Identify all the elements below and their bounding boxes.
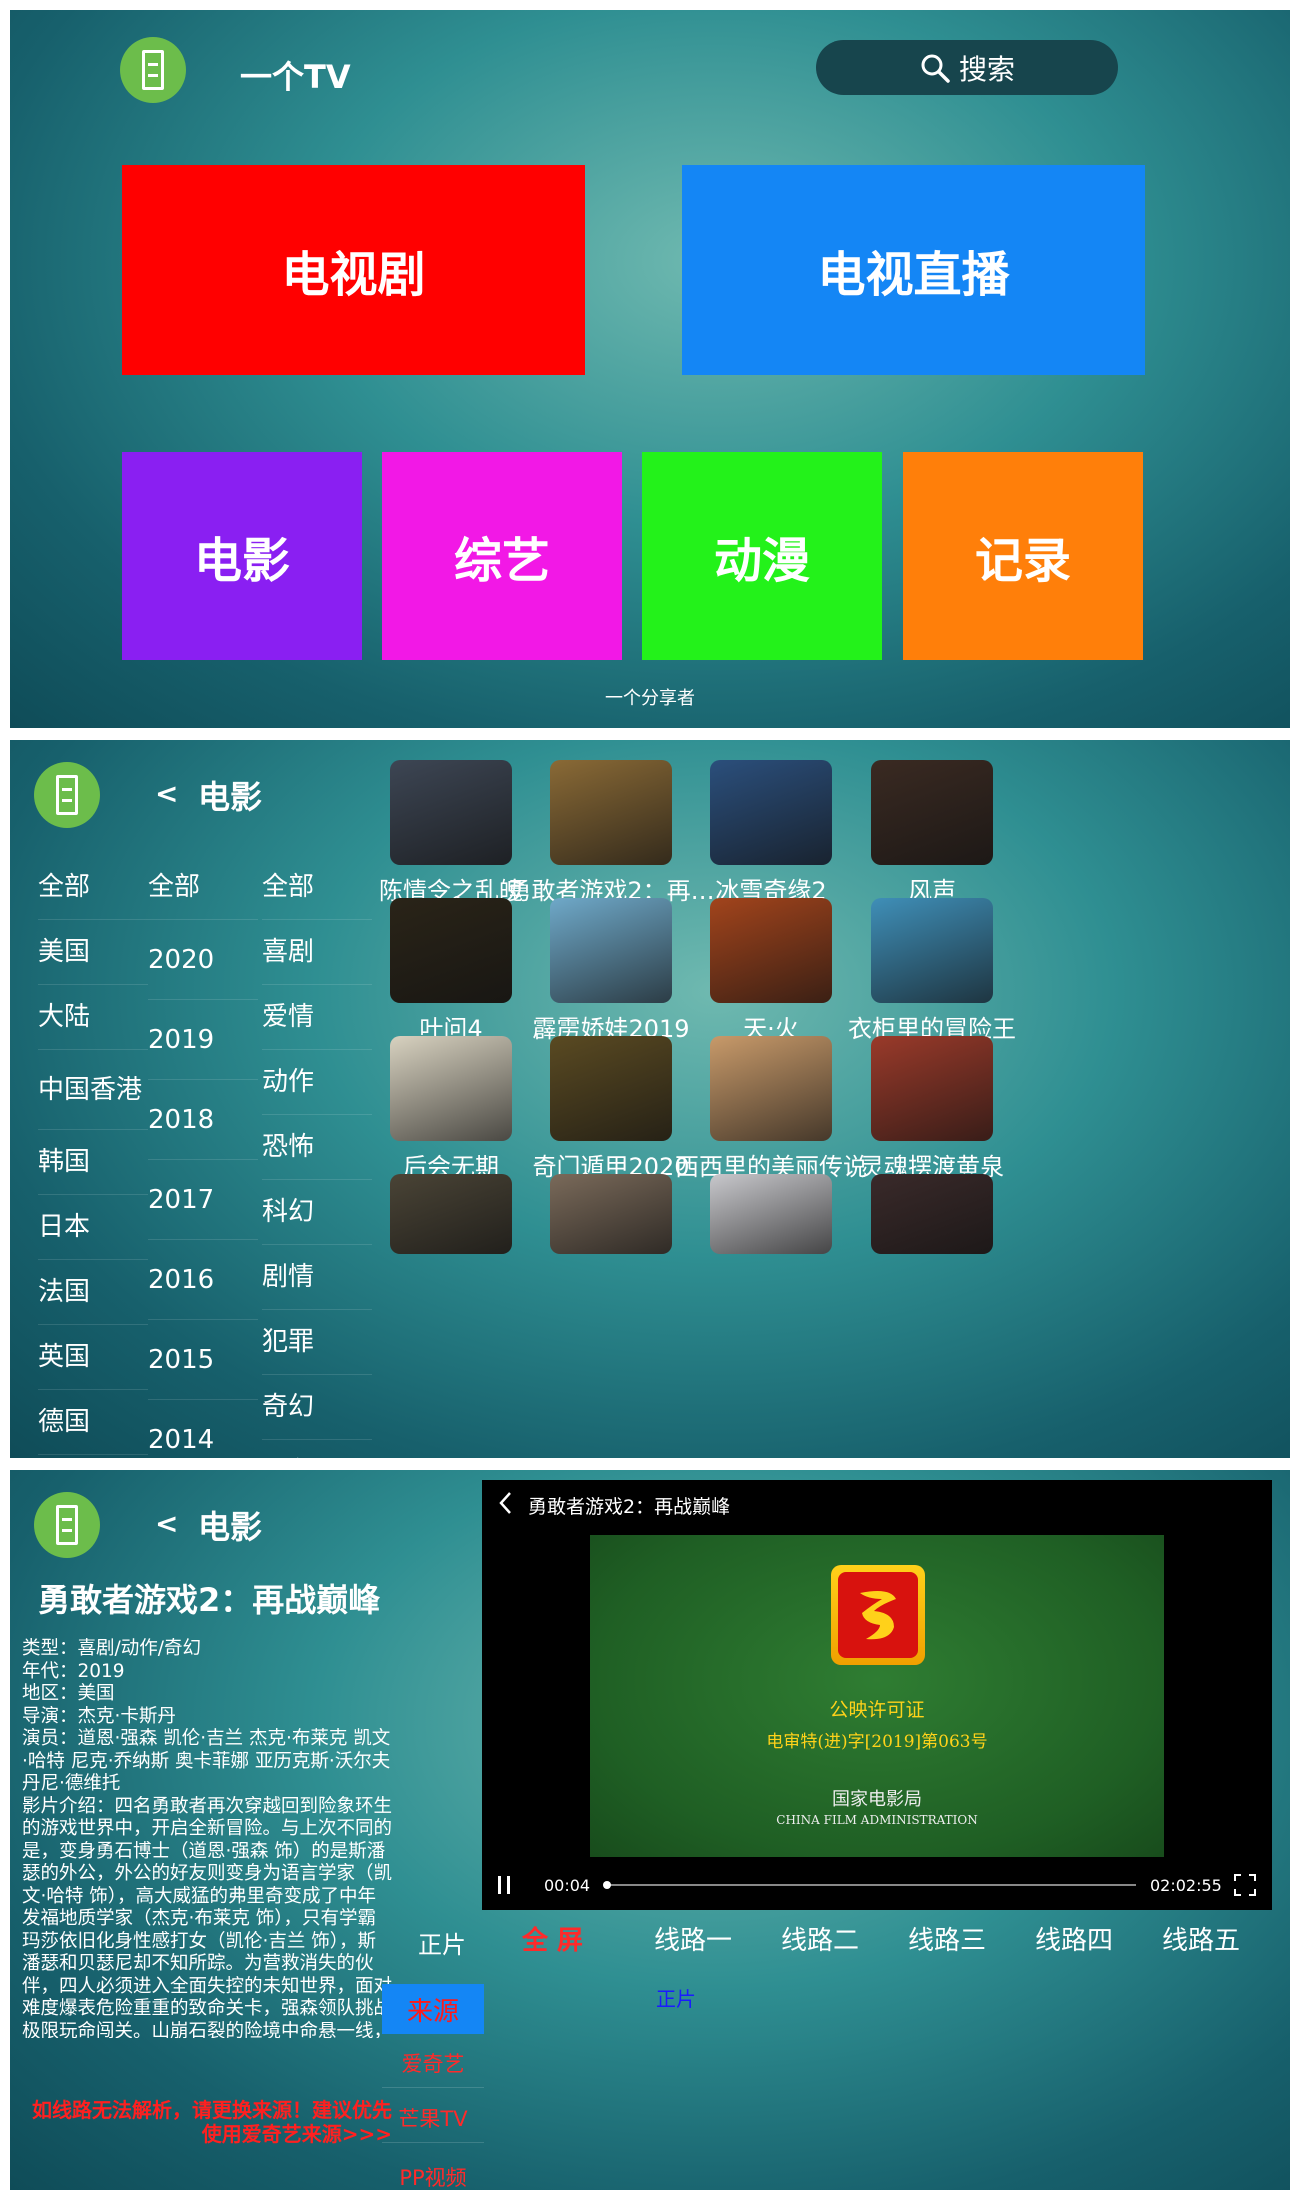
home-screen: 一个TV 搜索 电视剧 电视直播 电影 综艺 动漫 记录 一个分享者 (10, 10, 1290, 728)
region-filter-item[interactable]: 日本 (38, 1195, 148, 1260)
line-5-button[interactable]: 线路五 (1162, 1920, 1240, 1957)
dragon-logo-icon (831, 1565, 925, 1665)
episode-item[interactable]: 正片 (656, 1983, 696, 2012)
region-filter-item[interactable]: 美国 (38, 920, 148, 985)
genre-filter-item[interactable]: 战争 (262, 1440, 372, 1458)
license-number: 电审特(进)字[2019]第063号 (766, 1732, 988, 1752)
movie-card[interactable]: 灵魂摆渡黄泉 (827, 1036, 1037, 1182)
line-1-button[interactable]: 线路一 (654, 1920, 732, 1957)
app-logo-icon (34, 1492, 100, 1558)
year-filter-item[interactable]: 2015 (148, 1320, 258, 1400)
total-time: 02:02:55 (1150, 1876, 1222, 1895)
seek-bar[interactable] (603, 1881, 1136, 1889)
footer-text: 一个分享者 (605, 688, 695, 709)
year-filter-item[interactable]: 2014 (148, 1400, 258, 1458)
region-filter-item[interactable]: 中国香港 (38, 1050, 148, 1130)
movie-poster (550, 760, 672, 865)
app-logo-icon (34, 762, 100, 828)
year-filter-item[interactable]: 2016 (148, 1240, 258, 1320)
year-filter-list: 全部202020192018201720162015201420132012 (148, 855, 258, 1458)
movie-poster (390, 1036, 512, 1141)
app-logo-icon (120, 37, 186, 103)
movie-poster (710, 760, 832, 865)
movie-poster (390, 898, 512, 1003)
search-button[interactable]: 搜索 (816, 40, 1118, 95)
movie-poster (550, 898, 672, 1003)
region-filter-item[interactable]: 英国 (38, 1325, 148, 1390)
genre-filter-item[interactable]: 犯罪 (262, 1310, 372, 1375)
movie-poster (871, 1036, 993, 1141)
browse-screen: < 电影 全部 美国 大陆 中国香港 韩国 日本 法国 英国 德国 全部 2020 2019 2018… (10, 740, 1290, 1458)
line-4-button[interactable]: 线路四 (1035, 1920, 1113, 1957)
seek-handle[interactable] (603, 1881, 612, 1889)
movie-poster (710, 1174, 832, 1254)
authority-name: 国家电影局 (832, 1789, 922, 1810)
movie-title: 勇敢者游戏2：再战巅峰 (38, 1581, 381, 1619)
license-label: 公映许可证 (829, 1699, 925, 1721)
year-filter-item[interactable]: 全部 (148, 855, 258, 920)
year-filter-item[interactable]: 2019 (148, 1000, 258, 1080)
tile-tv-series[interactable]: 电视剧 (122, 165, 585, 375)
year-filter-item[interactable]: 2017 (148, 1160, 258, 1240)
movie-poster (871, 898, 993, 1003)
source-item-iqiyi[interactable]: 爱奇艺 (382, 2038, 484, 2088)
license-screen: 公映许可证 电审特(进)字[2019]第063号 国家电影局 CHINA FIL… (590, 1535, 1164, 1857)
line-2-button[interactable]: 线路二 (781, 1920, 859, 1957)
pause-icon[interactable] (496, 1875, 512, 1895)
tile-live-tv[interactable]: 电视直播 (682, 165, 1145, 375)
movie-card[interactable] (827, 1174, 1037, 1254)
search-label: 搜索 (958, 52, 1015, 86)
detail-screen: < 电影 勇敢者游戏2：再战巅峰 类型：喜剧/动作/奇幻 年代：2019 地区：… (10, 1470, 1290, 2190)
genre-filter-item[interactable]: 剧情 (262, 1245, 372, 1310)
source-item-pp[interactable]: PP视频 (382, 2148, 484, 2188)
tile-anime[interactable]: 动漫 (642, 452, 882, 660)
player-title: 勇敢者游戏2：再战巅峰 (528, 1496, 731, 1518)
category-title: 电影 (198, 1508, 263, 1546)
movie-poster (550, 1174, 672, 1254)
movie-info: 类型：喜剧/动作/奇幻 年代：2019 地区：美国 导演：杰克·卡斯丹 演员：道… (22, 1638, 392, 2038)
current-time: 00:04 (544, 1876, 591, 1895)
back-icon[interactable]: < (155, 1507, 178, 1540)
region-filter-item[interactable]: 韩国 (38, 1130, 148, 1195)
line-3-button[interactable]: 线路三 (908, 1920, 986, 1957)
movie-grid: 陈情令之乱魄 勇敢者游戏2：再… 冰雪奇缘2 风声 叶问4 霹雳娇娃2019 天·火 衣柜里的… (379, 760, 1290, 1438)
region-filter-item[interactable]: 大陆 (38, 985, 148, 1050)
movie-poster (871, 1174, 993, 1254)
year-filter-item[interactable]: 2018 (148, 1080, 258, 1160)
region-filter-list: 全部 美国 大陆 中国香港 韩国 日本 法国 英国 德国 (38, 855, 148, 1455)
source-header: 正片 (418, 1931, 466, 1959)
region-filter-item[interactable]: 德国 (38, 1390, 148, 1455)
player-back-icon[interactable] (496, 1490, 516, 1523)
movie-card[interactable]: 风声 (827, 760, 1037, 906)
tile-documentary[interactable]: 记录 (903, 452, 1143, 660)
fullscreen-icon[interactable] (1234, 1874, 1256, 1896)
movie-poster (390, 760, 512, 865)
video-player[interactable]: 勇敢者游戏2：再战巅峰 公映许可证 电审特(进)字[2019]第063号 国家电… (482, 1480, 1272, 1910)
category-title: 电影 (198, 778, 263, 816)
tile-movies[interactable]: 电影 (122, 452, 362, 660)
search-icon (919, 52, 951, 84)
movie-poster (871, 760, 993, 865)
source-item-active[interactable]: 来源 (382, 1984, 484, 2034)
movie-card[interactable]: 衣柜里的冒险王 (827, 898, 1037, 1044)
region-filter-item[interactable]: 法国 (38, 1260, 148, 1325)
year-filter-item[interactable]: 2020 (148, 920, 258, 1000)
movie-poster (390, 1174, 512, 1254)
genre-filter-item[interactable]: 奇幻 (262, 1375, 372, 1440)
source-item-mango[interactable]: 芒果TV (382, 2093, 484, 2143)
warning-text: 如线路无法解析，请更换来源！建议优先使用爱奇艺来源>>> (32, 2098, 392, 2146)
tile-variety[interactable]: 综艺 (382, 452, 622, 660)
authority-name-en: CHINA FILM ADMINISTRATION (776, 1813, 978, 1827)
fullscreen-button[interactable]: 全 屏 (522, 1920, 583, 1957)
movie-poster (710, 1036, 832, 1141)
region-filter-item[interactable]: 全部 (38, 855, 148, 920)
app-title: 一个TV (240, 58, 351, 96)
movie-poster (710, 898, 832, 1003)
movie-poster (550, 1036, 672, 1141)
back-icon[interactable]: < (155, 777, 178, 810)
